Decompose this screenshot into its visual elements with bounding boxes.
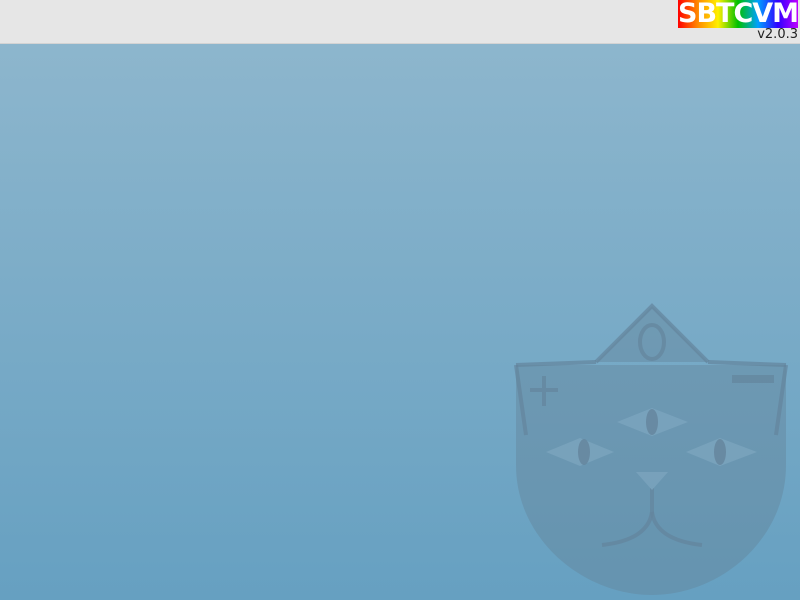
top-bar: SBTCVM v2.0.3	[0, 0, 800, 44]
logo-text: SBTCVM	[678, 0, 799, 29]
cat-face-mascot-icon	[514, 303, 788, 595]
sbtcvm-logo: SBTCVM	[678, 0, 799, 29]
version-label: v2.0.3	[757, 27, 798, 42]
